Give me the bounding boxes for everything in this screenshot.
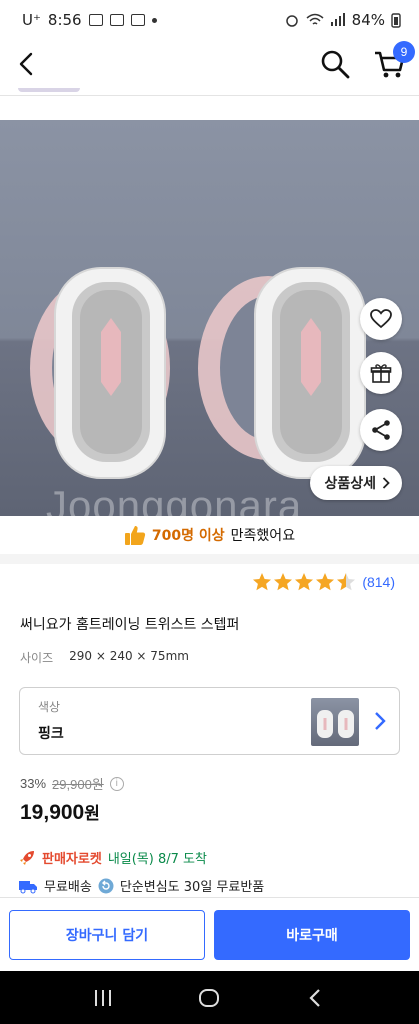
top-nav-bar: 9 [0, 40, 419, 88]
star-shape [295, 573, 314, 591]
bottom-action-bar: 장바구니 담기 바로구매 [0, 897, 419, 971]
star-icon [316, 573, 335, 591]
color-option-selector[interactable]: 색상 핑크 [19, 687, 400, 755]
home-icon[interactable] [197, 986, 221, 1010]
sale-price-unit: 원 [84, 804, 100, 824]
battery-icon [391, 13, 401, 28]
discount-rate: 33% [20, 776, 47, 791]
truck-icon [19, 880, 37, 893]
star-shape [253, 573, 272, 591]
heart-icon [370, 309, 392, 329]
share-icon [372, 420, 390, 440]
recent-apps-icon[interactable] [92, 987, 114, 1009]
sale-price: 19,900원 [20, 799, 124, 825]
rating-row[interactable]: (814) [252, 572, 395, 592]
wishlist-button[interactable] [360, 298, 402, 340]
alarm-icon [285, 15, 298, 27]
chevron-right-icon [375, 712, 386, 730]
system-navigation-bar [0, 971, 419, 1024]
cart-count-badge: 9 [393, 41, 415, 63]
battery-level: 84% [351, 11, 385, 29]
thumbs-up-icon [124, 526, 146, 545]
stepper-product-photo [30, 267, 366, 479]
star-icon [274, 573, 293, 591]
option-thumbnail-image [317, 710, 354, 738]
option-label: 색상 [38, 700, 61, 714]
search-icon[interactable] [319, 48, 351, 80]
info-icon[interactable]: i [109, 776, 124, 791]
return-icon [98, 878, 114, 893]
product-detail-button[interactable]: 상품상세 [310, 466, 402, 500]
watermark-text: Joonggonara [46, 482, 303, 516]
status-left: U⁺ 8:56 [22, 11, 157, 29]
nav-actions: 9 [319, 41, 415, 81]
cart-button[interactable]: 9 [373, 41, 415, 81]
back-arrow-icon[interactable] [12, 49, 42, 79]
gift-button[interactable] [360, 352, 402, 394]
arrival-date: 내일(목) 8/7 도착 [107, 852, 207, 867]
shipping-row: 무료배송 단순변심도 30일 무료반품 [18, 876, 264, 895]
signal-icon [330, 13, 345, 26]
wifi-icon [306, 13, 324, 25]
gallery-icon [109, 14, 124, 26]
back-icon[interactable] [305, 987, 327, 1009]
delivery-row: 판매자로켓 내일(목) 8/7 도착 [18, 848, 207, 867]
rocket-delivery-label: 판매자로켓 [42, 852, 102, 867]
star-icon [337, 573, 356, 591]
strip-thumbnail [18, 88, 80, 92]
satisfaction-banner: 700명 이상 만족했어요 [0, 516, 419, 554]
add-to-cart-button[interactable]: 장바구니 담기 [9, 910, 205, 960]
share-button[interactable] [360, 409, 402, 451]
sticky-tab-strip [0, 88, 419, 96]
sale-price-value: 19,900 [20, 801, 85, 824]
price-block: 33% 29,900원 i 19,900원 [20, 774, 124, 825]
return-policy-label: 단순변심도 30일 무료반품 [119, 880, 265, 895]
size-label: 사이즈 [20, 651, 54, 665]
star-rating [252, 572, 356, 592]
star-shape [337, 573, 356, 591]
status-bar: U⁺ 8:56 84% [0, 0, 419, 40]
chevron-right-icon [382, 477, 390, 489]
section-divider [0, 554, 419, 564]
buy-now-button[interactable]: 바로구매 [214, 910, 410, 960]
mail-icon [130, 14, 145, 26]
free-shipping-label: 무료배송 [44, 880, 92, 895]
product-image[interactable]: Joonggonara 상품상세 [0, 120, 419, 516]
option-thumbnail [311, 698, 359, 746]
star-icon [253, 573, 272, 591]
review-count[interactable]: (814) [362, 574, 395, 590]
star-shape [274, 573, 293, 591]
satisfaction-count: 700명 이상 [151, 528, 225, 544]
size-value: 290 × 240 × 75mm [69, 649, 189, 663]
satisfaction-text: 만족했어요 [230, 528, 296, 544]
carrier-label: U⁺ [22, 11, 41, 29]
option-value: 핑크 [38, 726, 64, 742]
status-right: 84% [284, 11, 401, 29]
clock: 8:56 [47, 11, 82, 29]
size-row: 사이즈 290 × 240 × 75mm [20, 649, 189, 666]
discount-row: 33% 29,900원 i [20, 774, 124, 793]
gift-icon [370, 364, 392, 383]
product-detail-label: 상품상세 [324, 476, 376, 492]
more-notifications-icon [151, 17, 157, 23]
product-title: 써니요가 홈트레이닝 트위스트 스텝퍼 [20, 617, 240, 633]
notification-icon [88, 14, 103, 26]
rocket-icon [20, 850, 34, 865]
star-shape [316, 573, 335, 591]
original-price: 29,900원 [52, 777, 104, 792]
star-icon [295, 573, 314, 591]
